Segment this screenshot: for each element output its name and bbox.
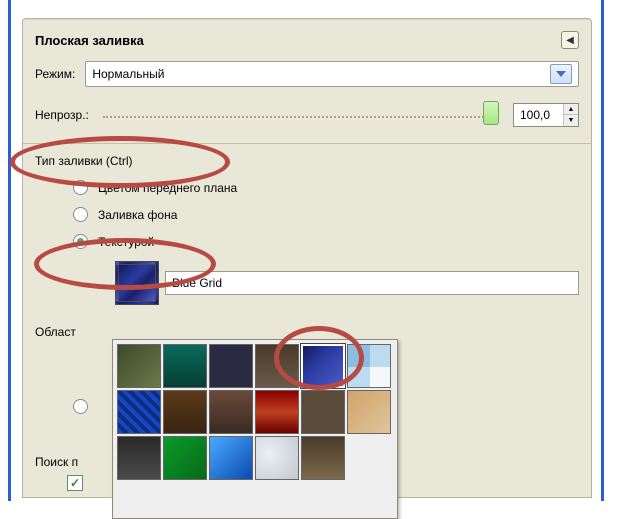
mode-label: Режим: bbox=[35, 67, 75, 81]
pattern-thumb[interactable] bbox=[301, 436, 345, 480]
pattern-picker-popup bbox=[112, 339, 398, 519]
opacity-step-down[interactable]: ▼ bbox=[564, 115, 578, 126]
fill-type-bg-row[interactable]: Заливка фона bbox=[23, 201, 591, 228]
opacity-value: 100,0 bbox=[520, 108, 550, 122]
pattern-name-value: Blue Grid bbox=[172, 276, 222, 290]
pattern-swatch[interactable] bbox=[115, 261, 159, 305]
fill-type-fg-label: Цветом переднего плана bbox=[98, 181, 237, 195]
opacity-label: Непрозр.: bbox=[35, 108, 89, 122]
fill-type-bg-label: Заливка фона bbox=[98, 208, 177, 222]
pattern-thumb[interactable] bbox=[117, 344, 161, 388]
panel-title: Плоская заливка bbox=[35, 33, 144, 48]
pattern-thumb[interactable] bbox=[255, 436, 299, 480]
mode-dropdown-button[interactable] bbox=[550, 64, 572, 84]
fill-type-pattern-row[interactable]: Текстурой bbox=[23, 228, 591, 255]
fill-type-pattern-label: Текстурой bbox=[98, 235, 154, 249]
collapse-button[interactable]: ◀ bbox=[561, 31, 579, 49]
fill-type-fg-row[interactable]: Цветом переднего плана bbox=[23, 174, 591, 201]
opacity-slider-thumb[interactable] bbox=[483, 101, 499, 125]
pattern-thumb[interactable] bbox=[209, 390, 253, 434]
fill-type-legend: Тип заливки (Ctrl) bbox=[23, 154, 591, 174]
pattern-thumb[interactable] bbox=[209, 344, 253, 388]
chevron-down-icon bbox=[556, 71, 566, 77]
opacity-step-up[interactable]: ▲ bbox=[564, 104, 578, 115]
pattern-thumb[interactable] bbox=[301, 390, 345, 434]
down-icon: ▼ bbox=[568, 117, 575, 124]
radio-bg[interactable] bbox=[73, 207, 88, 222]
pattern-thumb-selected[interactable] bbox=[301, 344, 345, 388]
radio-pattern[interactable] bbox=[73, 234, 88, 249]
mode-value: Нормальный bbox=[92, 67, 164, 81]
up-icon: ▲ bbox=[568, 106, 575, 113]
pattern-name-field[interactable]: Blue Grid bbox=[165, 271, 579, 295]
pattern-thumb[interactable] bbox=[163, 344, 207, 388]
opacity-slider[interactable] bbox=[103, 112, 499, 118]
opacity-spinner[interactable]: 100,0 ▲ ▼ bbox=[513, 103, 579, 127]
pattern-thumb[interactable] bbox=[117, 390, 161, 434]
divider bbox=[23, 143, 591, 144]
search-checkbox[interactable]: ✓ bbox=[67, 475, 83, 491]
check-icon: ✓ bbox=[70, 476, 80, 490]
pattern-thumb[interactable] bbox=[209, 436, 253, 480]
pattern-thumb[interactable] bbox=[117, 436, 161, 480]
radio-fg[interactable] bbox=[73, 180, 88, 195]
collapse-icon: ◀ bbox=[566, 35, 574, 46]
pattern-thumb[interactable] bbox=[347, 390, 391, 434]
area-radio-partial[interactable] bbox=[73, 399, 88, 414]
pattern-thumb[interactable] bbox=[163, 436, 207, 480]
pattern-thumb[interactable] bbox=[255, 390, 299, 434]
search-label: Поиск п bbox=[35, 455, 78, 469]
pattern-thumb[interactable] bbox=[163, 390, 207, 434]
pattern-thumb[interactable] bbox=[347, 344, 391, 388]
pattern-thumb[interactable] bbox=[255, 344, 299, 388]
mode-select[interactable]: Нормальный bbox=[85, 61, 579, 87]
